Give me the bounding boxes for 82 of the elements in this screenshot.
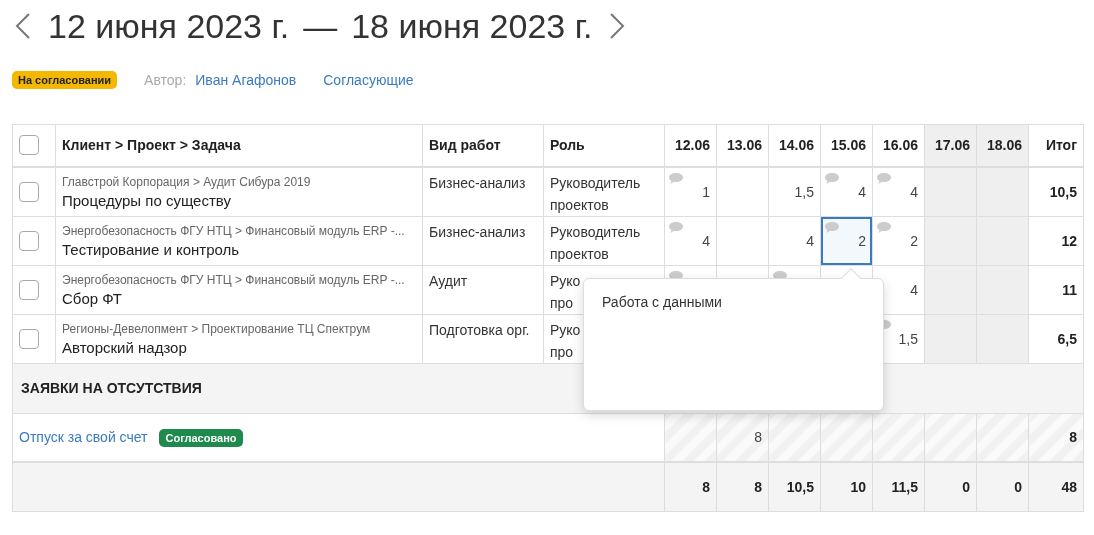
hours-cell[interactable]: [924, 265, 977, 314]
hours-cell[interactable]: [924, 216, 977, 265]
day-total: 8: [702, 478, 710, 495]
period-start: 12 июня 2023 г.: [48, 6, 290, 46]
row-total: 6,5: [1057, 330, 1077, 347]
select-all-checkbox[interactable]: [19, 135, 39, 156]
role: Руко про: [550, 320, 581, 362]
day-column-header: 18.06: [976, 124, 1029, 167]
role: Руко про: [550, 271, 581, 313]
role: Руководитель проектов: [550, 222, 641, 264]
author-link[interactable]: Иван Агафонов: [195, 72, 297, 88]
day-column-header: 14.06: [768, 124, 821, 167]
day-column-header: 17.06: [924, 124, 977, 167]
status-badge: На согласовании: [12, 71, 118, 89]
task-path: Энергобезопасность ФГУ НТЦ > Финансовый модуль ERP -...: [62, 272, 406, 287]
comment-icon[interactable]: [825, 172, 839, 184]
absence-link[interactable]: Отпуск за свой счет: [19, 429, 148, 446]
comment-icon[interactable]: [877, 221, 891, 233]
chevron-right-icon: [609, 12, 626, 40]
work-type: Бизнес-анализ: [429, 222, 526, 242]
work-type: Бизнес-анализ: [429, 173, 526, 193]
hours-cell[interactable]: [976, 265, 1029, 314]
day-total: 10: [850, 478, 866, 495]
day-total: 8: [754, 478, 762, 495]
total-column-header: Итог: [1028, 124, 1084, 167]
day-total: 0: [962, 478, 970, 495]
status-badge: Согласовано: [159, 429, 243, 448]
row-total: 8: [1069, 429, 1077, 446]
task-name: Авторский надзор: [62, 338, 188, 356]
hours-cell[interactable]: [976, 314, 1029, 363]
row-total: 12: [1061, 232, 1077, 249]
hours-cell[interactable]: 4: [820, 166, 873, 216]
section-title: ЗАЯВКИ НА ОТСУТСТВИЯ: [21, 380, 202, 396]
author-label: Автор:: [144, 72, 187, 88]
hours-cell[interactable]: 4: [664, 216, 717, 265]
day-column-header: 12.06: [664, 124, 717, 167]
hours-cell[interactable]: 2: [820, 216, 873, 265]
hours-cell[interactable]: [976, 216, 1029, 265]
approvers-link[interactable]: Согласующие: [323, 72, 414, 88]
row-checkbox[interactable]: [19, 279, 39, 300]
task-path: Энергобезопасность ФГУ НТЦ > Финансовый модуль ERP -...: [62, 223, 406, 238]
task-name: Процедуры по существу: [62, 191, 232, 209]
task-path: Главстрой Корпорация > Аудит Сибура 2019: [62, 174, 312, 189]
hours-cell[interactable]: 4: [768, 216, 821, 265]
hours-cell[interactable]: [924, 166, 977, 216]
comment-icon[interactable]: [669, 172, 683, 184]
day-total: 10,5: [786, 478, 814, 495]
hours-cell[interactable]: 4: [872, 166, 925, 216]
hours-cell[interactable]: [976, 166, 1029, 216]
work-type: Подготовка орг.: [429, 320, 530, 340]
hours-cell[interactable]: 1: [664, 166, 717, 216]
comment-icon[interactable]: [877, 172, 891, 184]
task-name: Тестирование и контроль: [62, 240, 241, 258]
day-column-header: 15.06: [820, 124, 873, 167]
row-checkbox[interactable]: [19, 181, 39, 202]
hours-cell[interactable]: 1,5: [768, 166, 821, 216]
row-total: 11: [1062, 281, 1077, 298]
task-path: Регионы-Девелопмент > Проектирование ТЦ Спектрум: [62, 321, 372, 336]
day-total: 11,5: [891, 478, 918, 495]
day-column-header: 16.06: [872, 124, 925, 167]
row-total: 10,5: [1049, 183, 1077, 200]
period-separator: —: [303, 6, 338, 46]
task-name: Сбор ФТ: [62, 289, 123, 307]
chevron-left-icon: [15, 12, 31, 40]
role: Руководитель проектов: [550, 173, 641, 215]
column-header: Вид работ: [422, 124, 544, 167]
popover-text: Работа с данными: [602, 294, 722, 310]
day-column-header: 13.06: [716, 124, 769, 167]
comment-icon[interactable]: [825, 221, 839, 233]
work-type: Аудит: [429, 271, 468, 291]
hours-cell[interactable]: 2: [872, 216, 925, 265]
day-total: 0: [1014, 478, 1022, 495]
row-checkbox[interactable]: [19, 328, 39, 349]
column-header: Роль: [543, 124, 665, 167]
period-end: 18 июня 2023 г.: [351, 6, 593, 46]
comment-icon[interactable]: [669, 221, 683, 233]
grand-total: 48: [1061, 478, 1077, 495]
row-checkbox[interactable]: [19, 230, 39, 251]
column-header: Клиент > Проект > Задача: [55, 124, 423, 167]
hours-cell[interactable]: [716, 166, 769, 216]
hours-cell[interactable]: [716, 216, 769, 265]
hours-cell[interactable]: [924, 314, 977, 363]
